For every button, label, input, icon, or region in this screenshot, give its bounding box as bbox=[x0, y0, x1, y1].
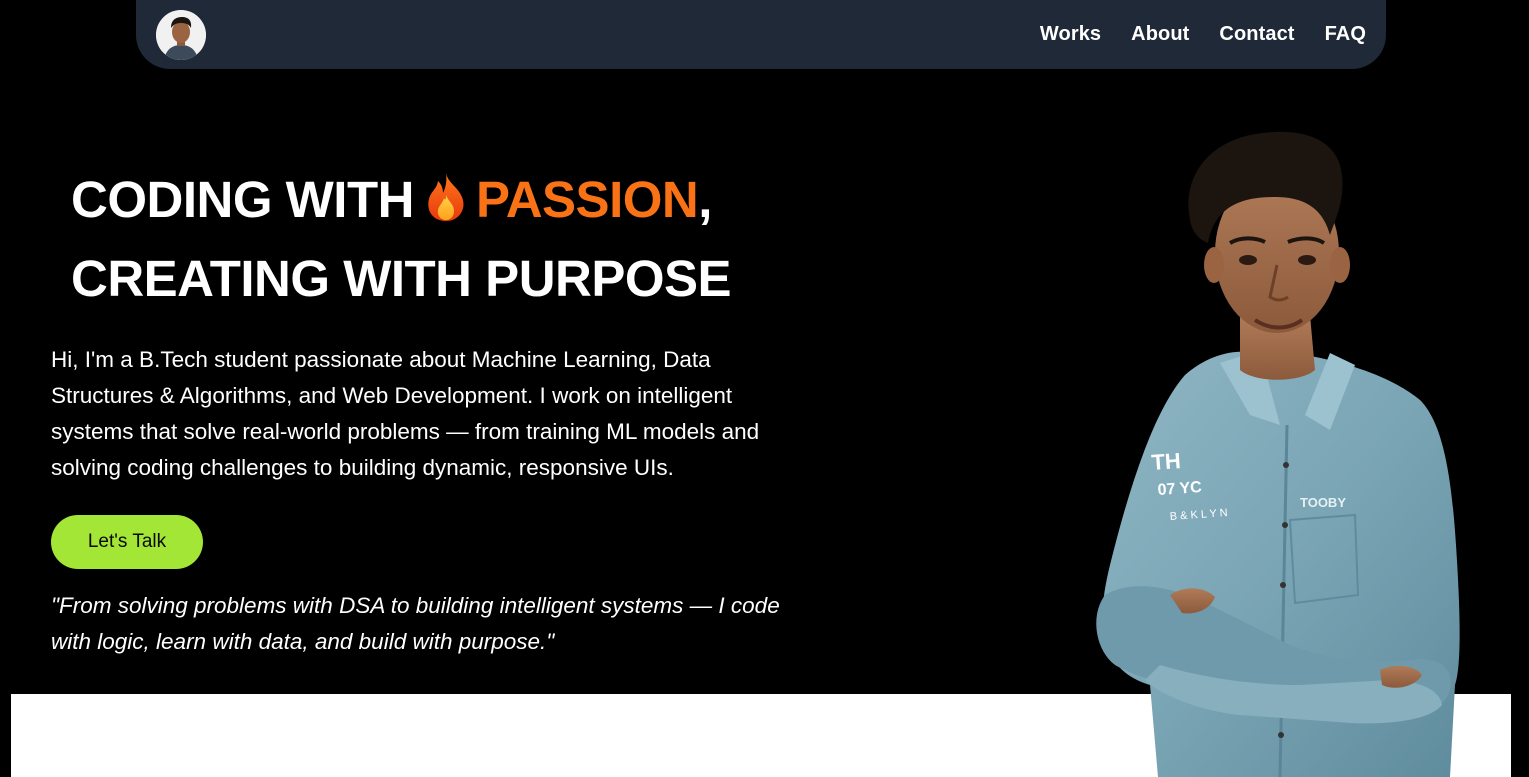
headline-comma: , bbox=[698, 171, 712, 228]
lets-talk-button[interactable]: Let's Talk bbox=[51, 515, 203, 569]
headline-accent: PASSION bbox=[475, 171, 699, 228]
hero-intro: Hi, I'm a B.Tech student passionate abou… bbox=[51, 347, 760, 480]
profile-photo: TH 07 YC B & K L Y N TOOBY bbox=[1096, 131, 1460, 777]
hero-headline: CODING WITH PASSION, CREATING WITH PURPO… bbox=[71, 160, 732, 318]
portfolio-page: Works About Contact FAQ CODING WITH PASS… bbox=[0, 0, 1529, 777]
nav-link-works[interactable]: Works bbox=[1040, 23, 1101, 46]
headline-line-2: CREATING WITH PURPOSE bbox=[71, 250, 732, 307]
svg-text:07 YC: 07 YC bbox=[1157, 479, 1203, 499]
profile-avatar[interactable] bbox=[156, 10, 206, 60]
headline-line-1: CODING WITH PASSION, bbox=[71, 160, 731, 239]
nav-link-contact[interactable]: Contact bbox=[1219, 23, 1294, 46]
svg-text:TOOBY: TOOBY bbox=[1300, 495, 1346, 510]
nav-link-about[interactable]: About bbox=[1131, 23, 1189, 46]
headline-text-1: CODING WITH bbox=[71, 171, 414, 228]
avatar-image bbox=[156, 10, 206, 60]
top-navbar: Works About Contact FAQ bbox=[136, 0, 1386, 69]
fire-icon bbox=[428, 173, 464, 221]
nav-link-faq[interactable]: FAQ bbox=[1325, 23, 1366, 46]
nav-links: Works About Contact FAQ bbox=[1040, 0, 1366, 69]
svg-text:TH: TH bbox=[1151, 448, 1182, 475]
hero-quote: "From solving problems with DSA to build… bbox=[51, 593, 780, 654]
